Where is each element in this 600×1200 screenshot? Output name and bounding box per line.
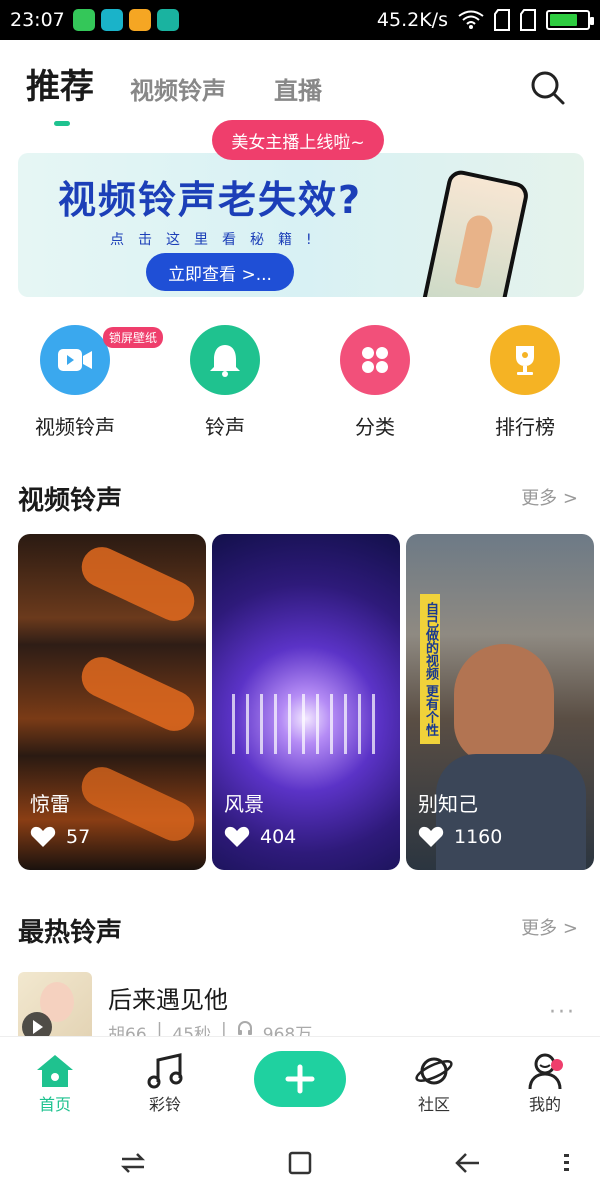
planet-icon (394, 1051, 474, 1091)
banner-subtitle: 点击这里看秘籍! (110, 232, 326, 248)
headphone-icon (237, 1021, 252, 1035)
quick-link-label: 铃声 (205, 415, 245, 439)
video-card[interactable]: 惊雷 57 (18, 534, 206, 870)
network-speed: 45.2K/s (376, 9, 448, 31)
video-likes: 1160 (418, 826, 502, 848)
search-icon[interactable] (528, 68, 568, 108)
nav-profile[interactable]: 我的 (505, 1051, 585, 1115)
tab-recommend[interactable]: 推荐 (26, 59, 94, 108)
bottom-nav: 首页 彩铃 社区 我的 (0, 1036, 600, 1126)
status-time: 23:07 (10, 9, 65, 31)
like-count: 1160 (454, 826, 503, 848)
video-more-link[interactable]: 更多 > (521, 484, 578, 510)
notification-dot (551, 1059, 563, 1071)
create-button[interactable] (254, 1051, 346, 1107)
active-tab-indicator (54, 121, 70, 126)
like-count: 404 (260, 826, 297, 848)
quick-link-label: 排行榜 (495, 415, 555, 439)
app-notification-icon (128, 9, 151, 31)
song-cover[interactable] (18, 972, 92, 1042)
phone-illustration (419, 168, 531, 297)
tab-live[interactable]: 直播 (274, 71, 322, 106)
nav-community[interactable]: 社区 (394, 1051, 474, 1115)
quick-link-label: 分类 (355, 415, 395, 439)
heart-icon (418, 826, 444, 847)
video-icon (40, 325, 110, 395)
promo-banner[interactable]: 视频铃声老失效? 点击这里看秘籍! 立即查看 >... (18, 153, 584, 297)
trophy-icon (490, 325, 560, 395)
bell-icon (190, 325, 260, 395)
heart-icon (224, 826, 250, 847)
switch-apps-icon[interactable] (118, 1148, 148, 1178)
app-notification-icon (72, 9, 95, 31)
sim-icon (520, 9, 536, 31)
nav-color-ring[interactable]: 彩铃 (125, 1051, 205, 1115)
more-options-icon[interactable]: ··· (549, 1000, 576, 1025)
nav-label: 社区 (417, 1095, 450, 1114)
tab-video-ringtone[interactable]: 视频铃声 (130, 71, 226, 106)
banner-view-button[interactable]: 立即查看 >... (146, 253, 294, 291)
wallpaper-tag: 锁屏壁纸 (103, 327, 164, 348)
hot-section-title: 最热铃声 (18, 918, 123, 948)
video-title: 风景 (224, 792, 264, 816)
live-bubble[interactable]: 美女主播上线啦~ (212, 120, 384, 160)
back-icon[interactable] (452, 1148, 482, 1178)
menu-dots-icon[interactable] (552, 1148, 582, 1178)
profile-icon (505, 1051, 585, 1091)
wifi-icon (458, 10, 484, 29)
music-note-icon (125, 1051, 205, 1091)
usb-icon (156, 9, 179, 31)
video-title: 别知己 (418, 792, 478, 816)
quick-link-ringtone[interactable]: 铃声 (165, 325, 285, 440)
quick-links: 锁屏壁纸 视频铃声 铃声 分类 排行榜 (0, 325, 600, 445)
model-photo (454, 213, 495, 289)
category-icon (340, 325, 410, 395)
video-section-title: 视频铃声 (18, 486, 123, 516)
like-count: 57 (66, 826, 91, 848)
home-square-icon[interactable] (285, 1148, 315, 1178)
sim-icon (494, 9, 510, 31)
nav-label: 我的 (528, 1095, 561, 1114)
nav-label: 首页 (38, 1095, 71, 1114)
hot-more-link[interactable]: 更多 > (521, 914, 578, 940)
plus-icon (285, 1064, 315, 1094)
app-notification-icon (100, 9, 123, 31)
banner-title: 视频铃声老失效? (58, 178, 363, 222)
video-thumbnail-art (232, 694, 380, 754)
video-thumbnail-art (75, 760, 201, 848)
video-likes: 57 (30, 826, 90, 848)
video-card[interactable]: 自己做的视频 更有个性 别知己 1160 (406, 534, 594, 870)
battery-icon (546, 10, 594, 30)
system-nav-bar (0, 1126, 600, 1200)
video-overlay-text: 自己做的视频 更有个性 (420, 594, 440, 744)
video-card[interactable]: 风景 404 (212, 534, 400, 870)
top-tabs: 推荐 视频铃声 直播 (26, 58, 586, 128)
quick-link-ranking[interactable]: 排行榜 (465, 325, 585, 440)
video-thumbnail-art (75, 650, 201, 738)
video-title: 惊雷 (30, 792, 70, 816)
video-likes: 404 (224, 826, 296, 848)
quick-link-category[interactable]: 分类 (315, 325, 435, 440)
heart-icon (30, 826, 56, 847)
home-icon (15, 1051, 95, 1091)
quick-link-label: 视频铃声 (35, 415, 115, 439)
video-thumbnail-art (75, 540, 201, 628)
status-bar: 23:07 45.2K/s (0, 0, 600, 40)
video-thumbnail-art (454, 644, 554, 764)
quick-link-video-ringtone[interactable]: 锁屏壁纸 视频铃声 (15, 325, 164, 440)
nav-label: 彩铃 (148, 1095, 181, 1114)
song-title[interactable]: 后来遇见他 (108, 980, 228, 1015)
nav-home[interactable]: 首页 (15, 1051, 95, 1115)
